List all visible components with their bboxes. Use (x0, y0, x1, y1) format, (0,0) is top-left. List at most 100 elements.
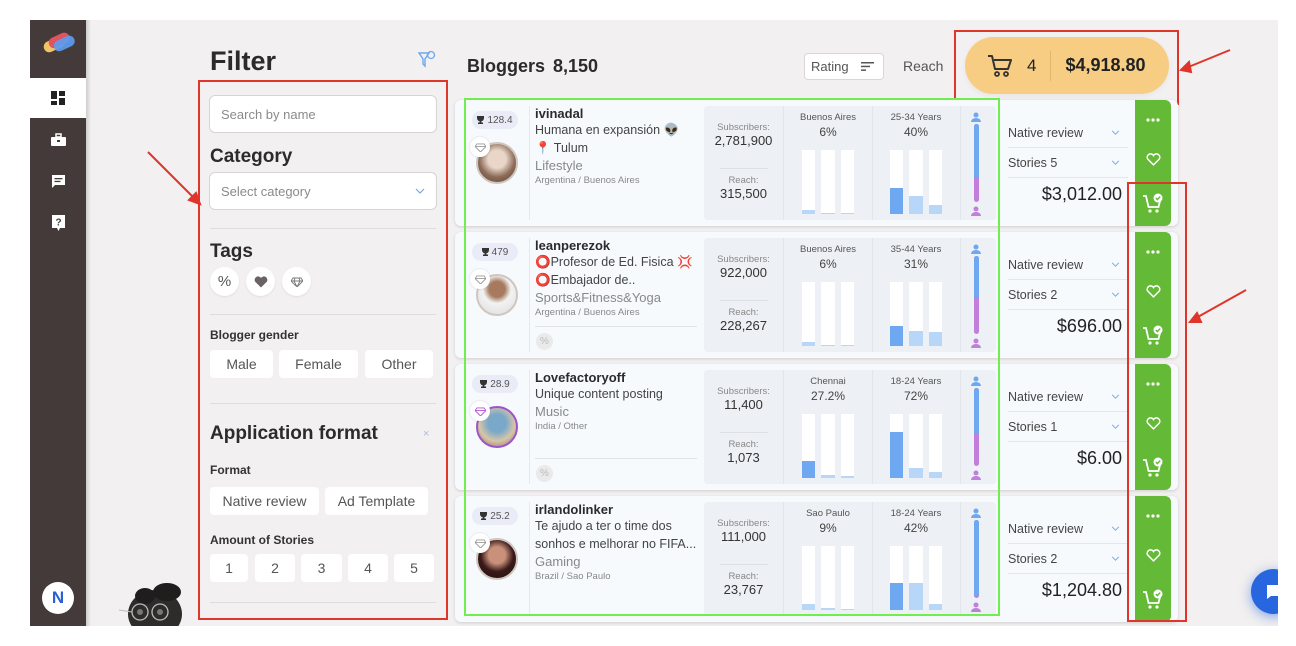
blogger-card[interactable]: 479 leanperezok ⭕Profesor de Ed. Fisica … (455, 232, 1178, 358)
more-options-button[interactable] (1135, 366, 1171, 402)
add-to-cart-button[interactable] (1135, 450, 1171, 486)
gender-male-chip[interactable]: Male (210, 350, 273, 378)
blogger-info: irlandolinker Te ajudo a ter o time dos s… (535, 502, 697, 582)
more-options-button[interactable] (1135, 102, 1171, 138)
cart-check-icon (1143, 589, 1163, 609)
app-logo[interactable] (42, 32, 76, 54)
search-by-name-input[interactable] (209, 95, 437, 133)
geo-city: Chennai (810, 376, 846, 387)
stories-select[interactable]: Stories 5 (1008, 148, 1128, 178)
age-bar-fill (909, 196, 923, 214)
stories-select[interactable]: Stories 2 (1008, 280, 1128, 310)
rating-badge: 28.9 (472, 375, 518, 393)
nav-messages[interactable] (30, 161, 86, 201)
audience-stats: Subscribers: 11,400 Reach: 1,073 Chennai… (704, 370, 996, 484)
rail-shadow (86, 20, 91, 626)
blogger-username[interactable]: leanperezok (535, 238, 697, 253)
stories-5-chip[interactable]: 5 (394, 554, 434, 582)
tag-discount-button[interactable]: % (210, 267, 239, 296)
category-select-placeholder: Select category (221, 183, 311, 199)
format-select[interactable]: Native review (1008, 382, 1128, 412)
add-to-cart-button[interactable] (1135, 582, 1171, 618)
chat-support-button[interactable] (1251, 569, 1278, 614)
gender-other-chip[interactable]: Other (365, 350, 433, 378)
more-options-button[interactable] (1135, 234, 1171, 270)
more-dots-icon (1146, 118, 1160, 122)
blogger-username[interactable]: Lovefactoryoff (535, 370, 697, 385)
more-options-button[interactable] (1135, 498, 1171, 534)
age-bar-fill (890, 431, 904, 478)
stories-2-chip[interactable]: 2 (255, 554, 295, 582)
clear-format-icon[interactable]: × (423, 428, 429, 440)
format-native-review-chip[interactable]: Native review (210, 487, 319, 515)
divider (529, 370, 530, 484)
geo-bar-fill (821, 608, 835, 610)
blogger-card[interactable]: 28.9 Lovefactoryoff Unique content posti… (455, 364, 1178, 490)
help-icon: ? (51, 215, 65, 231)
geo-bar-fill (802, 604, 816, 610)
premium-badge (470, 533, 490, 553)
heart-outline-icon (1145, 284, 1161, 298)
age-group: 35-44 Years (890, 244, 942, 255)
diamond-icon (474, 406, 486, 416)
nav-dashboard[interactable] (30, 78, 86, 118)
blogger-info: leanperezok ⭕Profesor de Ed. Fisica 💢 ⭕Em… (535, 238, 697, 318)
sort-reach-button[interactable]: Reach (903, 58, 943, 74)
bloggers-count: 8,150 (553, 56, 599, 76)
bio-line: ⭕Embajador de.. (535, 273, 636, 287)
sort-rating-button[interactable]: Rating (804, 53, 884, 80)
bio-line: Humana en expansión 👽 (535, 123, 680, 137)
stories-select[interactable]: Stories 2 (1008, 544, 1128, 574)
svg-text:?: ? (55, 218, 61, 229)
subscribers-reach-block: Subscribers: 2,781,900 Reach: 315,500 (704, 106, 783, 220)
favorite-button[interactable] (1135, 537, 1171, 573)
stories-3-chip[interactable]: 3 (301, 554, 342, 582)
blogger-location: India / Other (535, 421, 588, 432)
blogger-category: Lifestyle (535, 158, 583, 173)
gender-male-fill (974, 124, 979, 178)
favorite-button[interactable] (1135, 141, 1171, 177)
geo-bar (821, 414, 835, 478)
format-select[interactable]: Native review (1008, 514, 1128, 544)
price: $3,012.00 (1041, 184, 1122, 204)
blogger-username[interactable]: irlandolinker (535, 502, 697, 517)
gender-split (966, 508, 986, 612)
age-bar-fill (928, 603, 942, 610)
favorite-button[interactable] (1135, 405, 1171, 441)
stories-1-chip[interactable]: 1 (210, 554, 248, 582)
chevron-down-icon (1111, 160, 1120, 165)
divider (960, 502, 961, 616)
format-select[interactable]: Native review (1008, 118, 1128, 148)
nav-campaigns[interactable] (30, 120, 86, 160)
filter-reset-icon[interactable] (418, 50, 436, 70)
geo-bar-fill (840, 476, 854, 478)
blogger-card[interactable]: 25.2 irlandolinker Te ajudo a ter o time… (455, 496, 1178, 622)
category-select[interactable]: Select category (209, 172, 437, 210)
geo-bar (840, 150, 854, 214)
format-ad-template-chip[interactable]: Ad Template (325, 487, 428, 515)
geo-bar (840, 546, 854, 610)
discount-badge: % (536, 333, 553, 350)
format-select[interactable]: Native review (1008, 250, 1128, 280)
add-to-cart-button[interactable] (1135, 186, 1171, 222)
age-bar-fill (909, 583, 923, 610)
blogger-username[interactable]: ivinadal (535, 106, 697, 121)
gender-female-chip[interactable]: Female (279, 350, 358, 378)
tag-favorite-button[interactable] (246, 267, 275, 296)
stories-value: Stories 2 (1008, 551, 1058, 566)
favorite-button[interactable] (1135, 273, 1171, 309)
cart-check-icon (1143, 325, 1163, 345)
blogger-info: ivinadal Humana en expansión 👽 📍 Tulum Li… (535, 106, 697, 186)
blogger-card[interactable]: 128.4 ivinadal Humana en expansión 👽 📍 Tu… (455, 100, 1178, 226)
stories-select[interactable]: Stories 1 (1008, 412, 1128, 442)
user-avatar[interactable]: N (42, 582, 74, 614)
subscribers-value: 922,000 (720, 265, 767, 280)
age-bar-fill (890, 326, 904, 346)
add-to-cart-button[interactable] (1135, 318, 1171, 354)
geo-bar-fill (840, 212, 854, 214)
stories-4-chip[interactable]: 4 (348, 554, 388, 582)
cart-annotation-box (954, 30, 1179, 105)
tag-premium-button[interactable] (282, 267, 311, 296)
category-heading: Category (210, 146, 293, 167)
nav-help[interactable]: ? (30, 203, 86, 243)
